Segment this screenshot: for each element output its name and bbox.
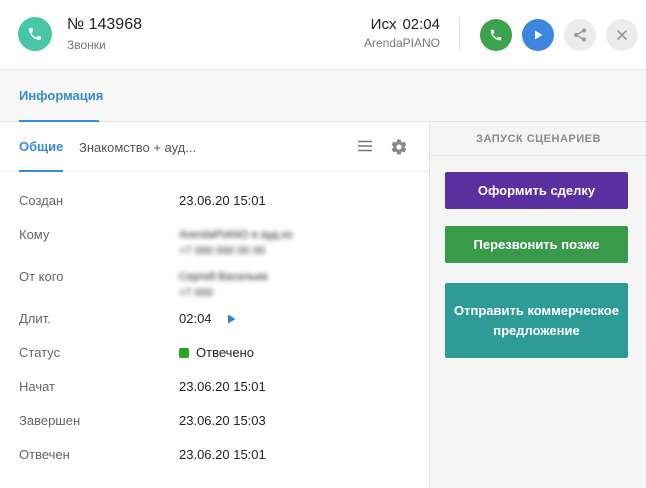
subtab-general[interactable]: Общие bbox=[19, 122, 64, 172]
record-title: № 143968 bbox=[67, 16, 142, 33]
field-value: Отвечено bbox=[179, 345, 254, 360]
status-indicator bbox=[179, 348, 189, 358]
call-direction: Исх bbox=[370, 16, 397, 33]
call-button[interactable] bbox=[480, 19, 512, 51]
phone-icon bbox=[29, 28, 41, 40]
call-type-avatar bbox=[18, 17, 52, 51]
sub-tabs: Общие Знакомство + ауд... bbox=[0, 122, 429, 172]
close-button[interactable] bbox=[606, 19, 638, 51]
subtab-intro[interactable]: Знакомство + ауд... bbox=[79, 122, 196, 172]
field-label: От кого bbox=[19, 269, 64, 284]
phone-icon bbox=[490, 29, 502, 41]
field-label: Кому bbox=[19, 227, 50, 242]
status-text: Отвечено bbox=[196, 345, 255, 360]
field-to: Кому ArendaPIANO в ауд.из +7 000 000 00 … bbox=[19, 227, 419, 261]
play-icon[interactable] bbox=[227, 314, 236, 324]
field-value: 23.06.20 15:01 bbox=[179, 379, 266, 394]
scenarios-panel: ЗАПУСК СЦЕНАРИЕВ Оформить сделку Перезво… bbox=[429, 122, 646, 488]
field-value: 23.06.20 15:01 bbox=[179, 447, 266, 462]
details-panel: Общие Знакомство + ауд... Создан 23.06.2… bbox=[0, 122, 429, 488]
create-deal-button[interactable]: Оформить сделку bbox=[445, 172, 628, 209]
call-direction-time: Исх 02:04 bbox=[364, 16, 440, 33]
field-value-redacted: ArendaPIANO в ауд.из +7 000 000 00 00 bbox=[179, 229, 293, 257]
call-line: ArendaPIANO bbox=[363, 36, 440, 50]
field-label: Создан bbox=[19, 193, 64, 208]
share-button[interactable] bbox=[564, 19, 596, 51]
send-offer-button[interactable]: Отправить коммерческое предложение bbox=[445, 283, 628, 358]
share-icon bbox=[574, 28, 586, 42]
tab-information[interactable]: Информация bbox=[19, 70, 103, 122]
field-value: 23.06.20 15:03 bbox=[179, 413, 266, 428]
play-icon bbox=[535, 30, 543, 40]
menu-icon[interactable] bbox=[357, 139, 373, 153]
play-recording-button[interactable] bbox=[522, 19, 554, 51]
field-value: 02:04 bbox=[179, 311, 236, 326]
main-tabs: Информация bbox=[0, 70, 646, 122]
duration-value: 02:04 bbox=[179, 311, 212, 326]
call-info: Исх 02:04 ArendaPIANO bbox=[364, 16, 440, 50]
field-value-redacted: Сергей Васильев +7 000 bbox=[179, 271, 268, 299]
field-label: Статус bbox=[19, 345, 61, 360]
card-header: № 143968 Звонки Исх 02:04 ArendaPIANO bbox=[0, 0, 646, 70]
field-label: Завершен bbox=[19, 413, 81, 428]
field-label: Начат bbox=[19, 379, 56, 394]
scenarios-heading: ЗАПУСК СЦЕНАРИЕВ bbox=[430, 122, 646, 156]
call-duration: 02:04 bbox=[402, 16, 440, 33]
close-icon bbox=[616, 29, 628, 41]
field-value: 23.06.20 15:01 bbox=[179, 193, 266, 208]
field-from: От кого Сергей Васильев +7 000 bbox=[19, 269, 419, 303]
header-divider bbox=[459, 17, 460, 51]
call-back-later-button[interactable]: Перезвонить позже bbox=[445, 226, 628, 263]
field-label: Длит. bbox=[19, 311, 51, 326]
record-type: Звонки bbox=[67, 38, 106, 52]
gear-icon[interactable] bbox=[390, 138, 408, 156]
field-label: Отвечен bbox=[19, 447, 70, 462]
